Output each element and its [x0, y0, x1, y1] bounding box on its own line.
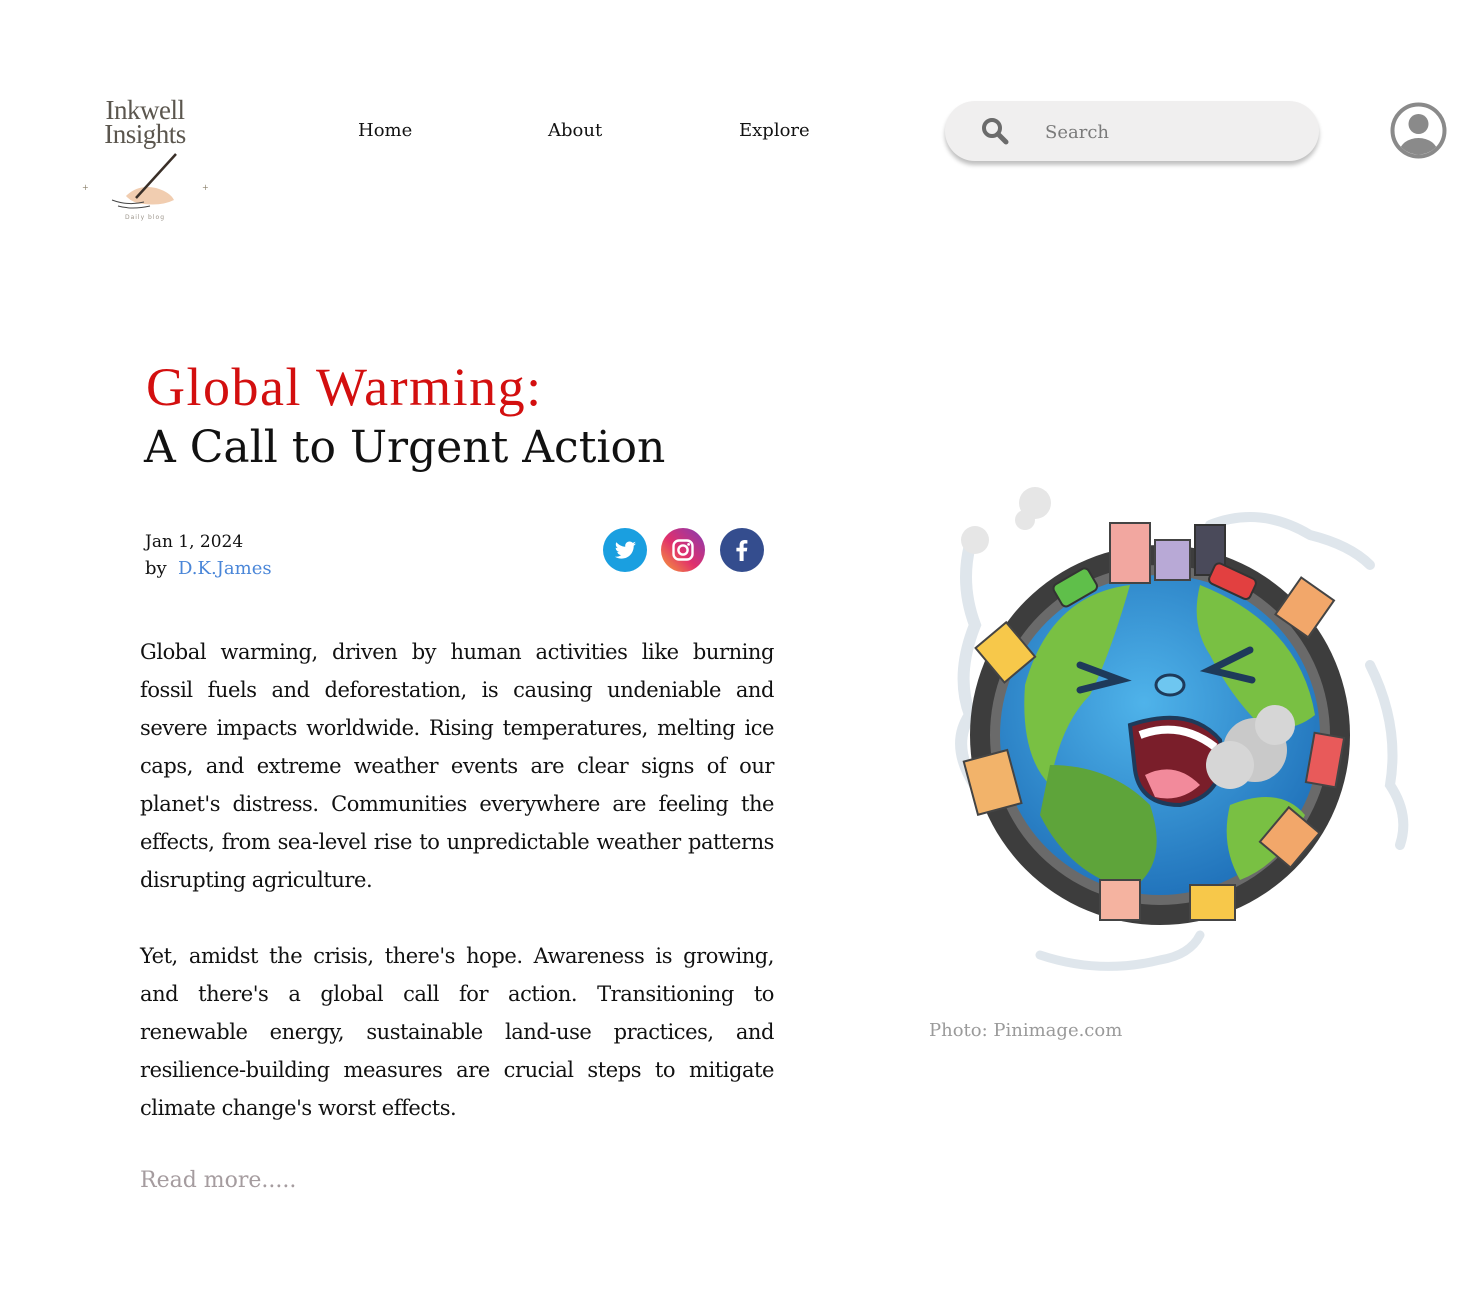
search-icon[interactable]: [981, 117, 1009, 145]
logo-tagline: Daily blog: [124, 214, 166, 221]
article-date: Jan 1, 2024: [145, 532, 244, 552]
quill-hand-icon: + +: [82, 153, 209, 209]
twitter-share-button[interactable]: [603, 528, 647, 572]
article-paragraph-1: Global warming, driven by human activiti…: [140, 640, 774, 892]
article-paragraph-2: Yet, amidst the crisis, there's hope. Aw…: [140, 944, 774, 1120]
twitter-icon: [603, 528, 647, 572]
facebook-share-button[interactable]: [720, 528, 764, 572]
svg-text:+: +: [202, 183, 209, 192]
site-logo[interactable]: Inkwell Insights + + Daily blog: [78, 97, 212, 226]
photo-caption: Photo: Pinimage.com: [929, 1020, 1123, 1041]
article-title: A Call to Urgent Action: [144, 422, 666, 473]
svg-text:+: +: [82, 183, 89, 192]
article-title-highlight: Global Warming:: [146, 357, 543, 417]
nav-about[interactable]: About: [548, 120, 602, 141]
search-input[interactable]: [1043, 115, 1297, 149]
instagram-icon: [661, 528, 705, 572]
earth-pollution-illustration: [955, 487, 1409, 971]
byline-label: by: [145, 558, 167, 579]
facebook-icon: [720, 528, 764, 572]
read-more-link[interactable]: Read more.....: [140, 1168, 296, 1193]
search-bar[interactable]: [945, 101, 1319, 161]
instagram-share-button[interactable]: [661, 528, 705, 572]
nav-explore[interactable]: Explore: [739, 120, 810, 141]
user-avatar-icon[interactable]: [1390, 102, 1447, 159]
author-link[interactable]: D.K.James: [178, 558, 272, 579]
logo-text-line2: Insights: [104, 119, 186, 149]
nav-home[interactable]: Home: [358, 120, 412, 141]
